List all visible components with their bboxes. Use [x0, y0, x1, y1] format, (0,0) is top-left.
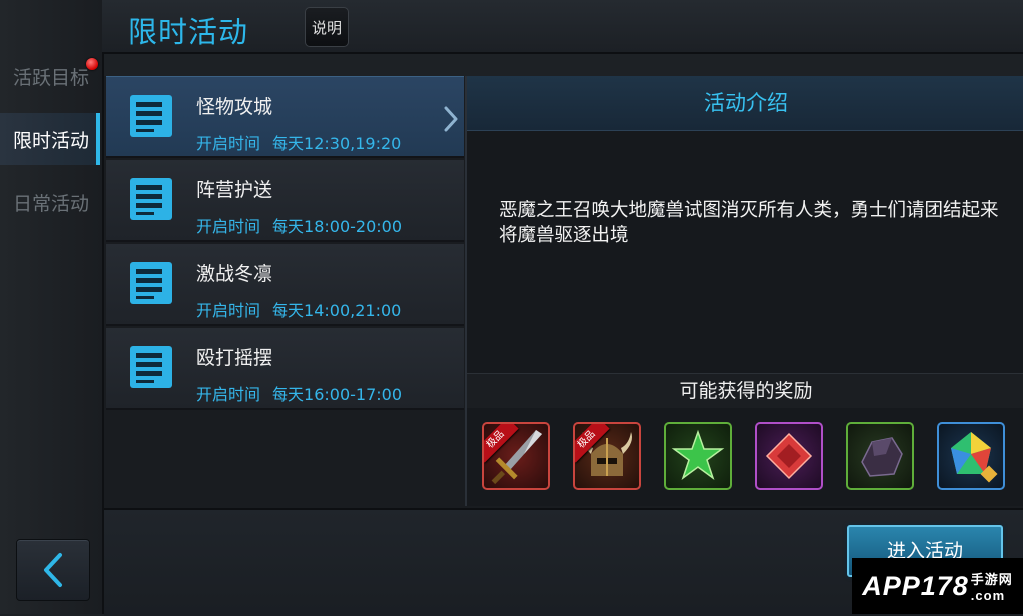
main-panel: 怪物攻城 开启时间 每天12:30,19:20 阵营护送 开启时间 每天18:00-…	[104, 76, 1023, 508]
activity-name: 怪物攻城	[196, 96, 273, 118]
rainbow-crystal-icon	[951, 432, 998, 483]
sidebar-item-label: 活跃目标	[13, 66, 90, 89]
back-button[interactable]	[16, 539, 90, 601]
reward-slot[interactable]: 极品	[482, 422, 550, 490]
activity-row[interactable]: 殴打摇摆 开启时间 每天16:00-17:00	[106, 328, 464, 410]
sidebar-item-label: 日常活动	[13, 192, 90, 215]
rewards-title: 可能获得的奖励	[467, 373, 1023, 408]
activity-name: 激战冬凛	[196, 263, 273, 285]
header: 限时活动 说明	[102, 0, 1023, 54]
sidebar-item-daily-events[interactable]: 日常活动	[0, 176, 100, 228]
reward-slot[interactable]	[846, 422, 914, 490]
watermark-brand: APP178	[862, 570, 969, 601]
activity-description: 恶魔之王召唤大地魔兽试图消灭所有人类，勇士们请团结起来将魔兽驱逐出境	[499, 200, 999, 246]
activity-time: 开启时间 每天14:00,21:00	[196, 301, 402, 320]
dark-ore-icon	[861, 437, 903, 477]
reward-slot[interactable]: 极品	[573, 422, 641, 490]
page-title: 限时活动	[128, 15, 249, 49]
watermark-site: 手游网 .com	[970, 572, 1013, 603]
document-icon	[130, 178, 172, 220]
document-icon	[130, 262, 172, 304]
activity-row[interactable]: 怪物攻城 开启时间 每天12:30,19:20	[106, 76, 464, 158]
sidebar-item-label: 限时活动	[13, 129, 90, 152]
activity-time: 开启时间 每天12:30,19:20	[196, 134, 402, 153]
site-watermark: APP178 手游网 .com	[852, 558, 1023, 614]
activity-time: 开启时间 每天16:00-17:00	[196, 385, 403, 404]
chevron-left-icon	[44, 553, 62, 587]
notification-dot	[86, 58, 98, 70]
chevron-right-icon	[444, 106, 458, 132]
reward-slot[interactable]	[664, 422, 732, 490]
reward-slot[interactable]	[755, 422, 823, 490]
sidebar: 活跃目标 限时活动 日常活动	[0, 0, 104, 614]
activity-time: 开启时间 每天18:00-20:00	[196, 217, 403, 236]
sidebar-item-limited-events[interactable]: 限时活动	[0, 113, 100, 165]
activity-name: 阵营护送	[196, 179, 273, 201]
activity-detail: 活动介绍 恶魔之王召唤大地魔兽试图消灭所有人类，勇士们请团结起来将魔兽驱逐出境 …	[465, 76, 1023, 506]
document-icon	[130, 95, 172, 137]
green-star-icon	[671, 429, 725, 480]
sidebar-item-active-goals[interactable]: 活跃目标	[0, 50, 100, 102]
detail-title: 活动介绍	[467, 76, 1023, 131]
reward-slot[interactable]	[937, 422, 1005, 490]
activity-row[interactable]: 激战冬凛 开启时间 每天14:00,21:00	[106, 244, 464, 326]
activity-name: 殴打摇摆	[196, 347, 273, 369]
document-icon	[130, 346, 172, 388]
help-button[interactable]: 说明	[305, 7, 349, 47]
red-gem-icon	[765, 432, 813, 480]
activity-row[interactable]: 阵营护送 开启时间 每天18:00-20:00	[106, 160, 464, 242]
